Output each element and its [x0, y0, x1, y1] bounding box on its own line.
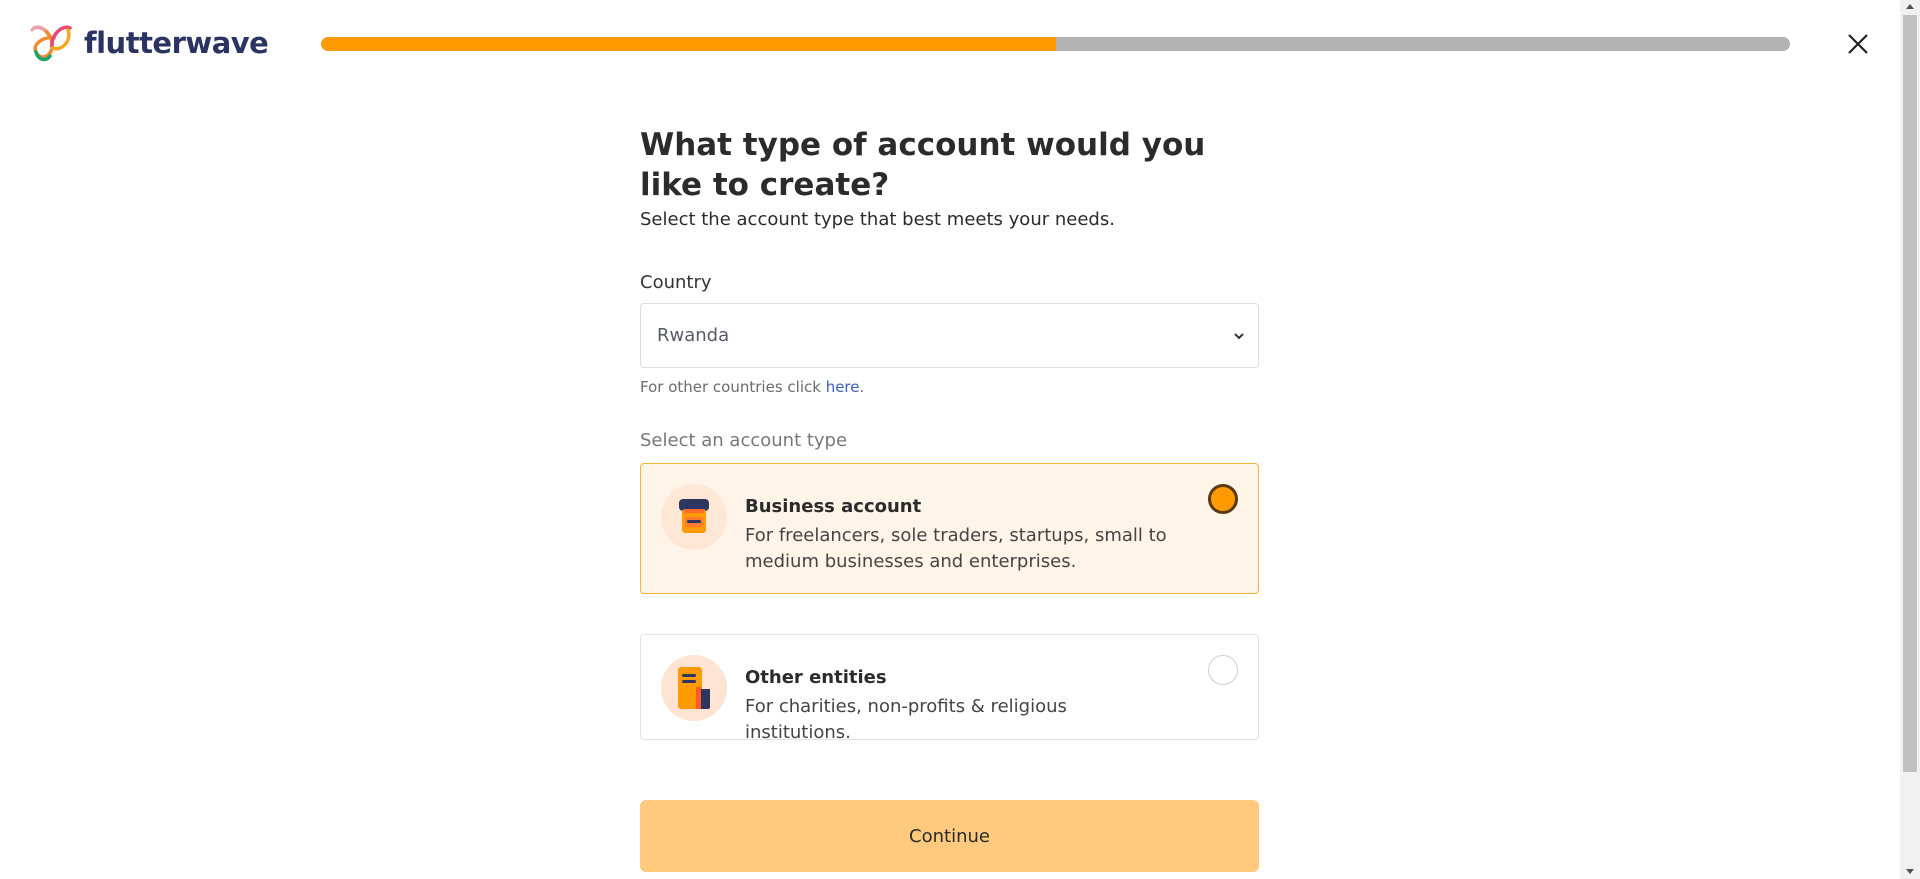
shop-icon: [679, 499, 709, 533]
page-subtitle: Select the account type that best meets …: [640, 209, 1115, 230]
scroll-up-icon[interactable]: [1906, 4, 1914, 9]
account-type-form: What type of account would you like to c…: [640, 125, 1259, 872]
progress-bar-fill: [321, 37, 1056, 51]
account-type-label: Select an account type: [640, 430, 848, 451]
scroll-down-icon[interactable]: [1906, 869, 1914, 874]
page-title: What type of account would you like to c…: [640, 127, 1206, 203]
business-account-title: Business account: [745, 496, 922, 517]
country-select[interactable]: Rwanda: [640, 303, 1259, 368]
page-scrollbar[interactable]: [1900, 0, 1920, 879]
business-account-radio[interactable]: [1208, 484, 1238, 514]
business-account-description: For freelancers, sole traders, startups,…: [745, 525, 1167, 572]
country-label: Country: [640, 272, 712, 293]
other-entities-description: For charities, non-profits & religious i…: [745, 696, 1067, 743]
other-entities-option[interactable]: Other entities For charities, non-profit…: [640, 634, 1259, 743]
hint-suffix: .: [859, 378, 865, 396]
scrollbar-thumb[interactable]: [1903, 15, 1917, 772]
other-entities-icon-wrap: [661, 655, 727, 721]
building-icon: [678, 667, 710, 709]
other-countries-hint: For other countries click here.: [640, 378, 1259, 396]
brand-name: flutterwave: [84, 26, 269, 60]
other-entities-radio[interactable]: [1208, 655, 1238, 685]
progress-bar: [321, 37, 1790, 51]
close-button[interactable]: [1844, 30, 1872, 58]
country-select-value: Rwanda: [657, 325, 730, 346]
hint-text: For other countries click: [640, 378, 826, 396]
flutterwave-logo-icon: [30, 25, 72, 62]
business-account-text: Business account For freelancers, sole t…: [745, 484, 1175, 575]
other-entities-title: Other entities: [745, 667, 887, 688]
here-link[interactable]: here: [826, 378, 860, 396]
continue-button[interactable]: Continue: [640, 800, 1259, 872]
chevron-down-icon: [1234, 332, 1244, 339]
business-account-option[interactable]: Business account For freelancers, sole t…: [640, 463, 1259, 594]
other-entities-text: Other entities For charities, non-profit…: [745, 655, 1175, 746]
flutterwave-logo[interactable]: flutterwave: [28, 22, 269, 64]
close-icon: [1848, 34, 1868, 54]
business-account-icon-wrap: [661, 484, 727, 550]
